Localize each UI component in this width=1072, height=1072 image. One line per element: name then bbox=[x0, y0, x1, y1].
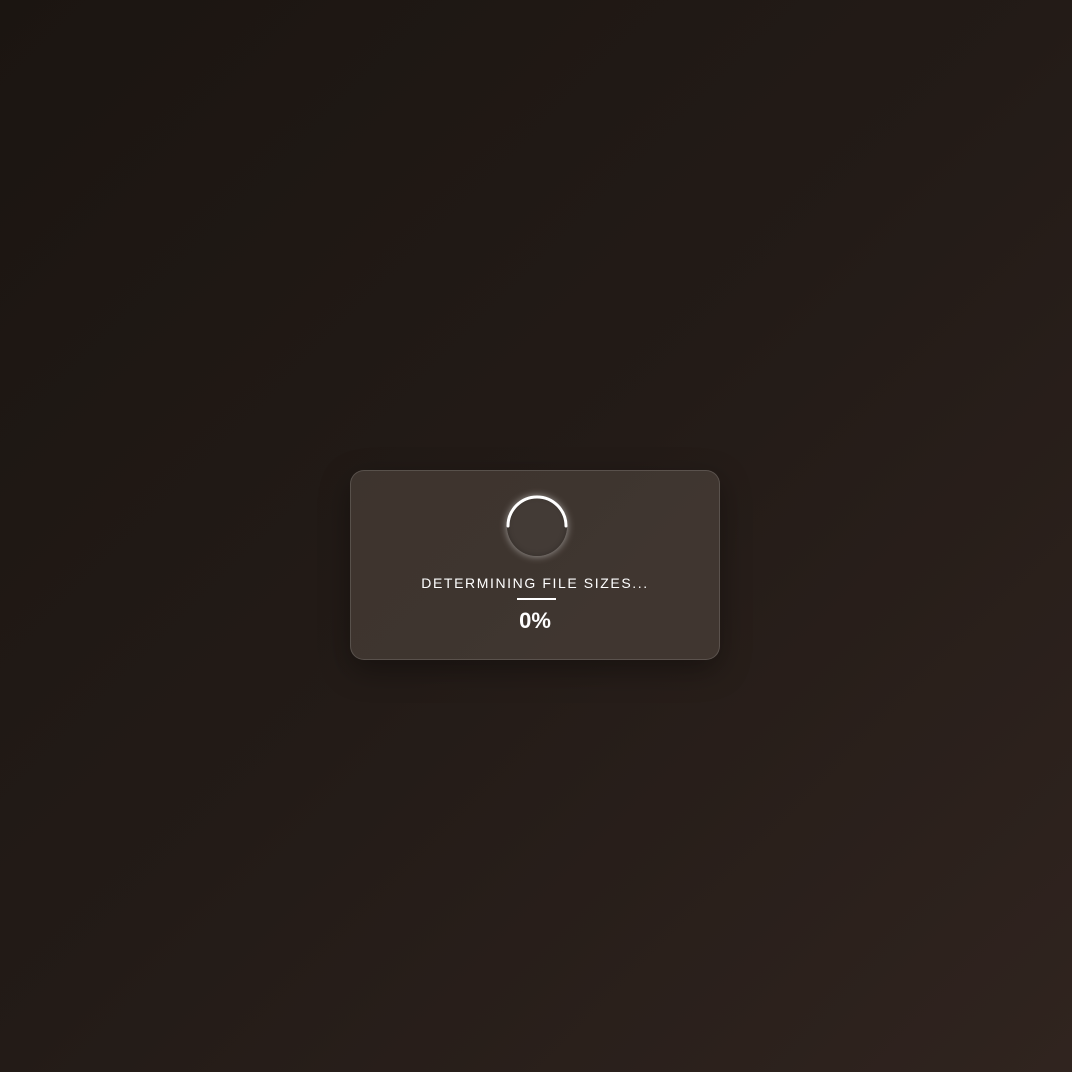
status-text: DETERMINING FILE SIZES... bbox=[421, 575, 649, 591]
spinner-arc bbox=[506, 495, 568, 528]
divider bbox=[517, 598, 556, 600]
loading-spinner-icon bbox=[506, 495, 568, 556]
progress-percent: 0% bbox=[519, 608, 551, 633]
loading-dialog: DETERMINING FILE SIZES... 0% bbox=[350, 470, 720, 660]
